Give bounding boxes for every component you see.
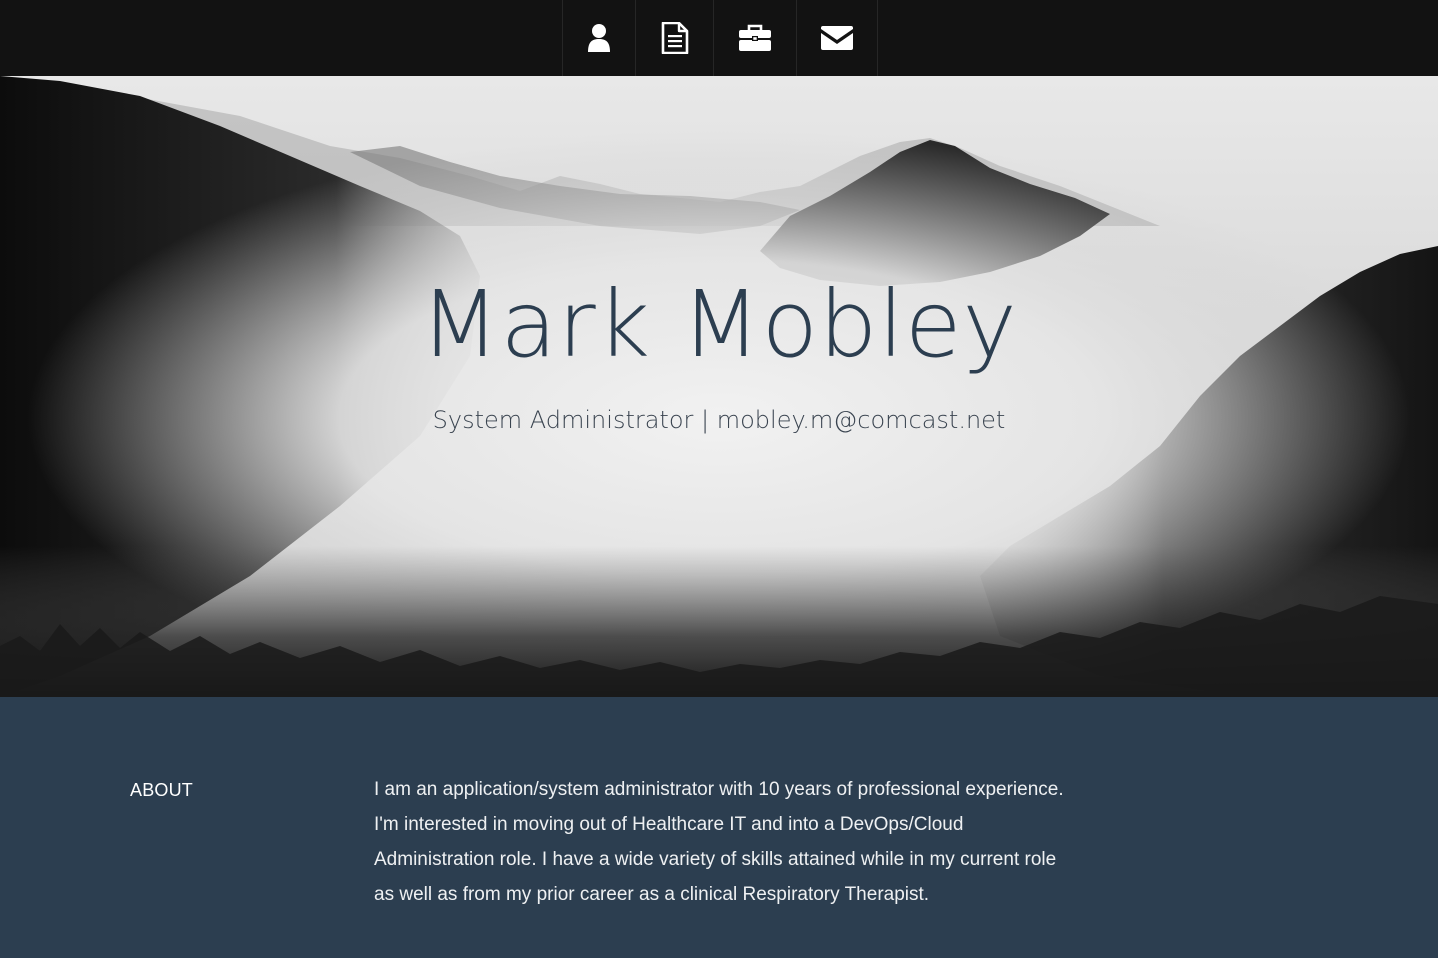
misty-forest-background [0,76,1438,697]
envelope-icon [820,25,854,51]
user-icon [587,23,611,53]
nav-about-link[interactable] [562,0,635,76]
about-text: I am an application/system administrator… [374,779,1064,905]
briefcase-icon [738,24,772,52]
nav-portfolio-link[interactable] [713,0,796,76]
about-section: ABOUT I am an application/system adminis… [0,697,1438,958]
nav-icon-list [562,0,878,76]
hero-section: Mark Mobley System Administrator | moble… [0,76,1438,697]
document-icon [661,22,689,54]
nav-contact-link[interactable] [796,0,878,76]
top-navigation [0,0,1438,76]
nav-resume-link[interactable] [635,0,713,76]
hero-title: Mark Mobley [420,271,1018,378]
about-heading: ABOUT [130,780,194,800]
hero-subtitle: System Administrator | mobley.m@comcast.… [432,406,1006,434]
